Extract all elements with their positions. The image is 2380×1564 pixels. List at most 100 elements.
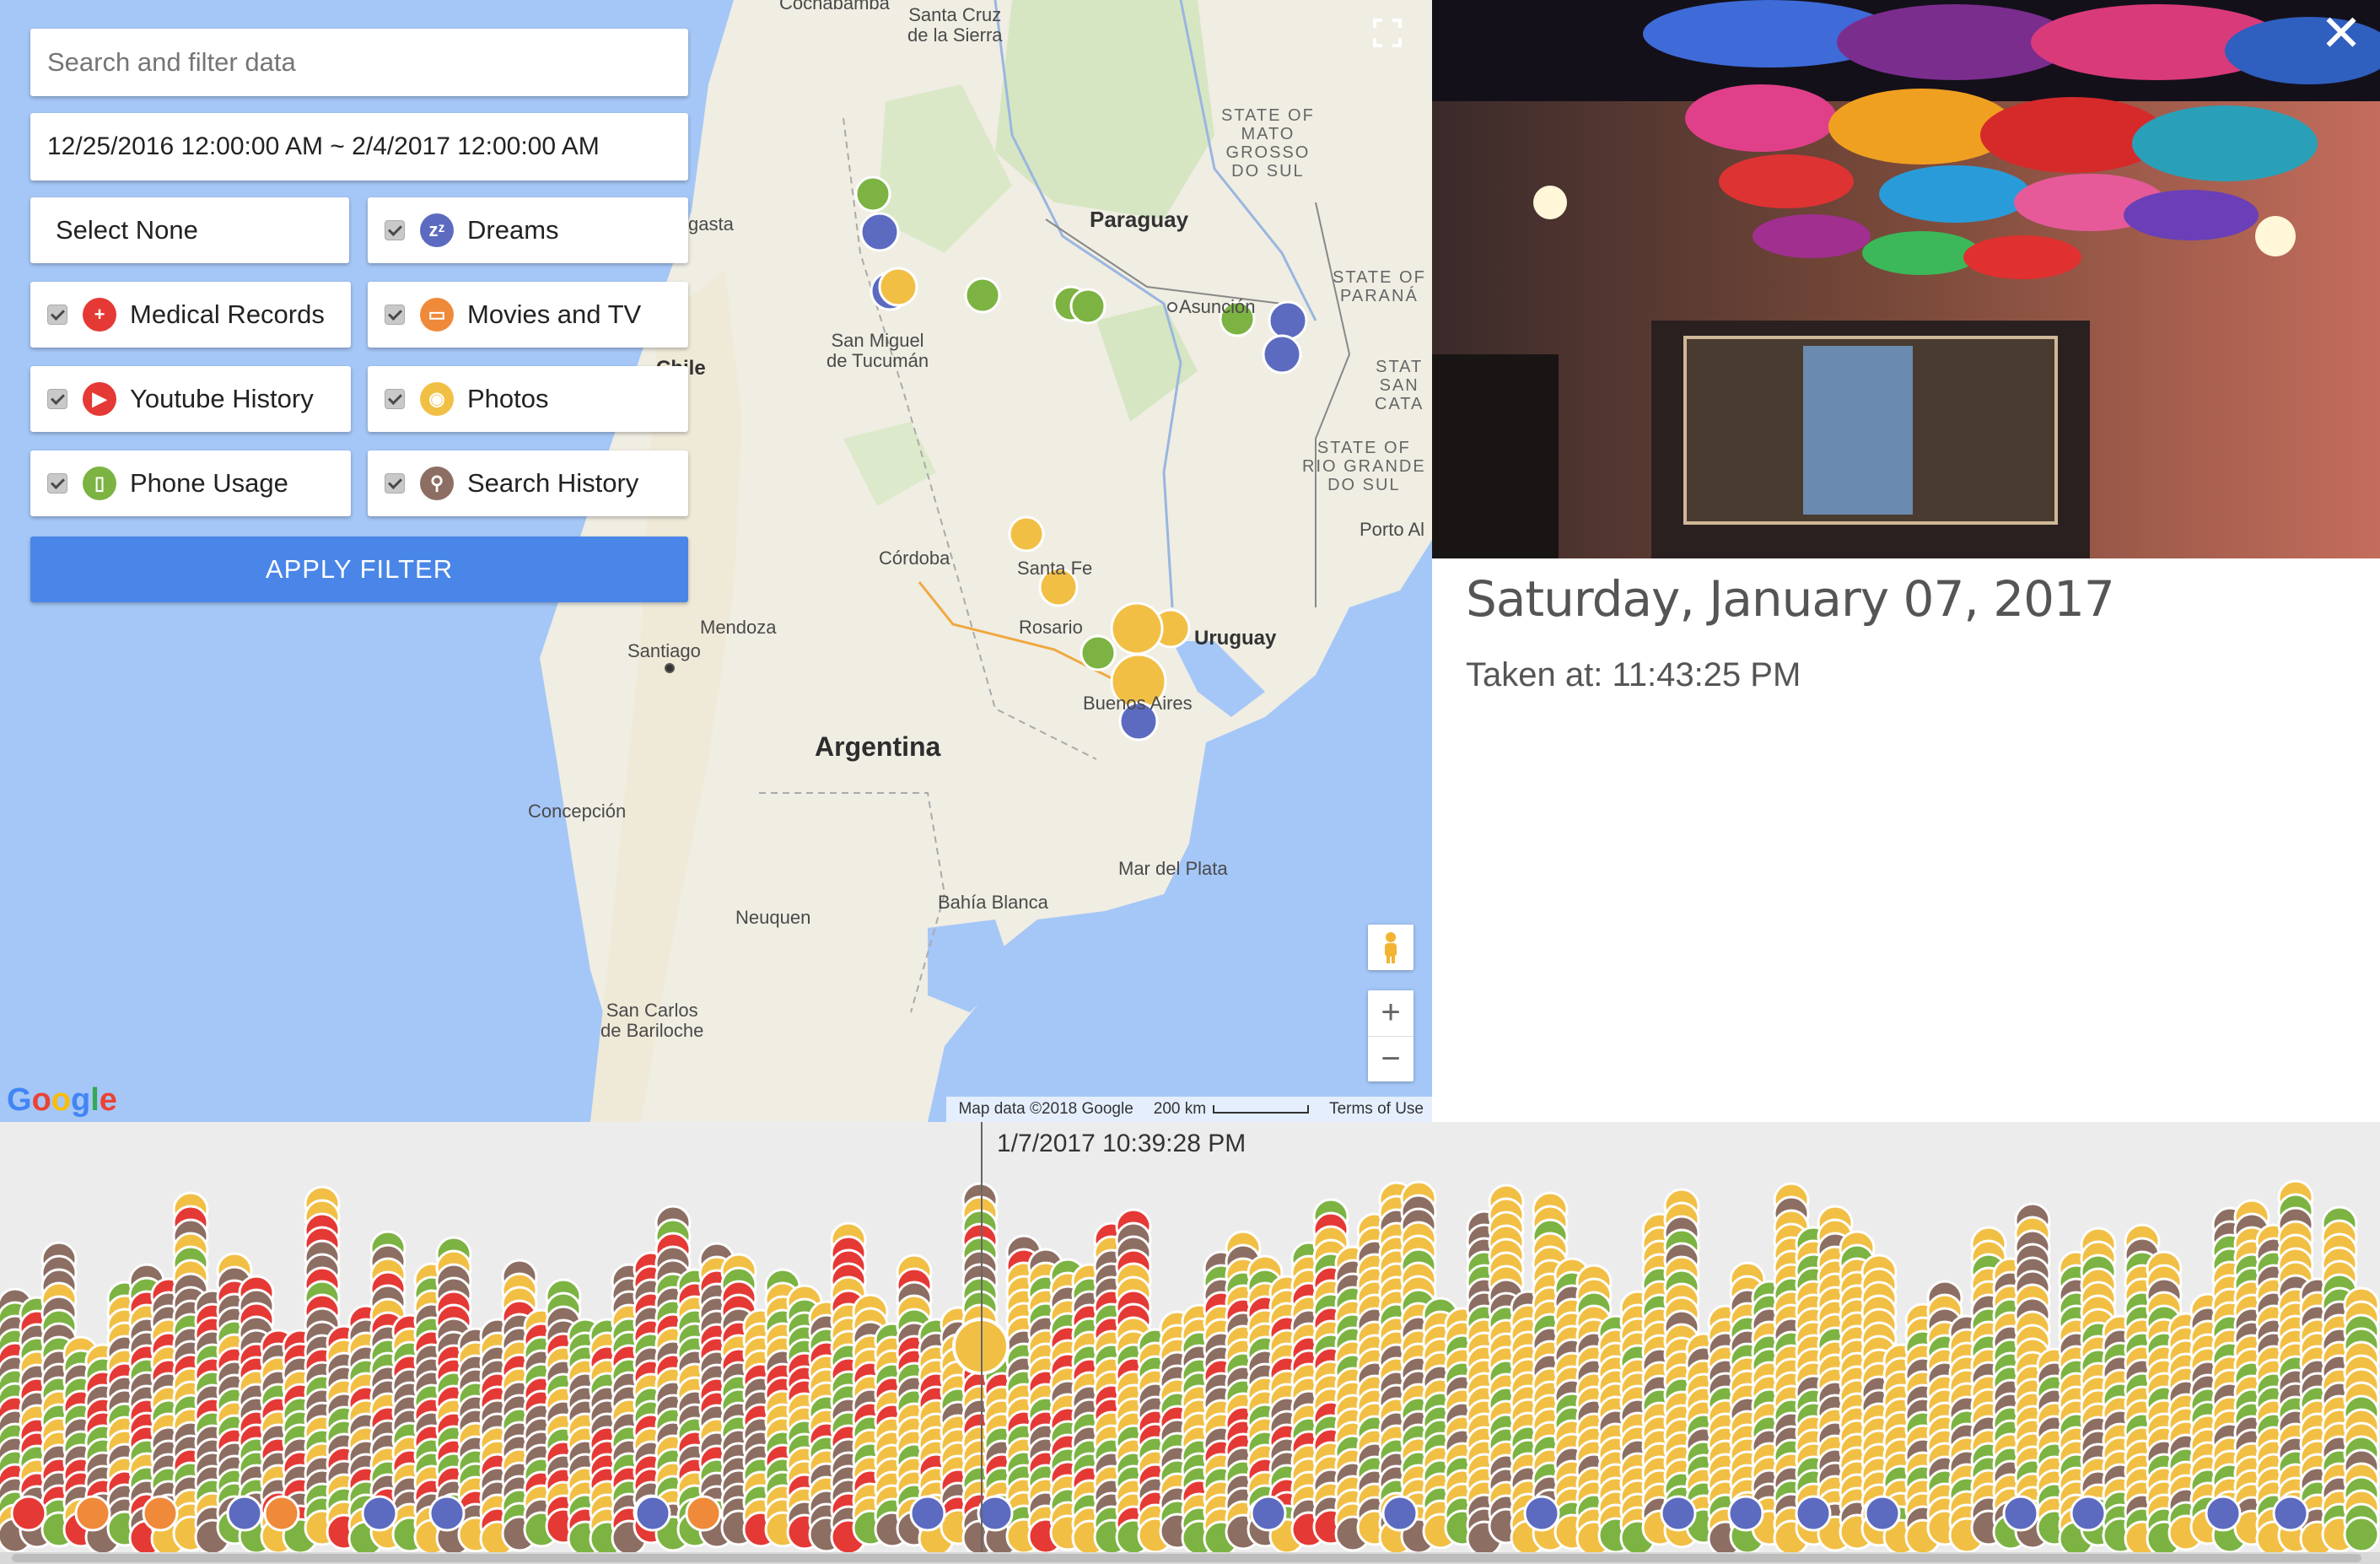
checkbox-icon[interactable] bbox=[47, 305, 67, 325]
checkbox-icon[interactable] bbox=[385, 220, 405, 240]
date-range-input[interactable]: 12/25/2016 12:00:00 AM ~ 2/4/2017 12:00:… bbox=[30, 113, 688, 181]
map-label-mato-grosso: STATE OF MATO GROSSO DO SUL bbox=[1221, 106, 1315, 181]
filter-chip-label: Youtube History bbox=[130, 384, 314, 413]
timeline-event-dot bbox=[2070, 1495, 2107, 1532]
map-label-asuncion: Asunción bbox=[1179, 296, 1256, 317]
checkbox-icon[interactable] bbox=[47, 389, 67, 409]
filter-chip-label: Medical Records bbox=[130, 299, 325, 329]
zoom-out-icon[interactable]: − bbox=[1368, 1037, 1413, 1082]
map-label-santa-fe: Santa Fe bbox=[1017, 558, 1093, 579]
timeline-event-dot bbox=[361, 1495, 398, 1532]
filter-chip-label: Photos bbox=[467, 384, 549, 413]
map-label-mendoza: Mendoza bbox=[700, 617, 777, 638]
play-icon: ▶ bbox=[83, 382, 116, 416]
map-label-tucuman: San Miguel de Tucumán bbox=[827, 330, 929, 372]
map-label-paraguay: Paraguay bbox=[1090, 207, 1189, 232]
google-logo: Google bbox=[7, 1082, 117, 1118]
map-label-santa-cruz: Santa Cruz de la Sierra bbox=[907, 4, 1003, 46]
terms-of-use-link[interactable]: Terms of Use bbox=[1329, 1100, 1424, 1119]
fullscreen-icon[interactable] bbox=[1370, 15, 1405, 51]
map-label-rosario: Rosario bbox=[1019, 617, 1083, 638]
timeline-event-dot bbox=[685, 1495, 722, 1532]
map-label-buenos-aires: Buenos Aires bbox=[1083, 693, 1193, 714]
timeline-event-dot bbox=[1727, 1495, 1764, 1532]
city-dot-santiago bbox=[665, 663, 675, 673]
timeline-event-dot bbox=[74, 1495, 111, 1532]
timeline-cursor[interactable] bbox=[981, 1122, 983, 1564]
map-label-uruguay: Uruguay bbox=[1194, 627, 1277, 650]
checkbox-icon[interactable] bbox=[47, 473, 67, 493]
filter-chip-search-history[interactable]: ⚲ Search History bbox=[368, 450, 688, 516]
timeline-event-dot bbox=[1795, 1495, 1832, 1532]
timeline-event-dot bbox=[263, 1495, 300, 1532]
map-label-argentina: Argentina bbox=[815, 731, 941, 762]
camera-icon: ◉ bbox=[420, 382, 454, 416]
filter-chip-youtube-history[interactable]: ▶ Youtube History bbox=[30, 366, 351, 432]
timeline-event-dot bbox=[2343, 1516, 2380, 1553]
detail-date: Saturday, January 07, 2017 bbox=[1466, 570, 2115, 628]
timeline[interactable]: 1/7/2017 10:39:28 PM bbox=[0, 1122, 2380, 1564]
timeline-event-dot bbox=[1523, 1495, 1560, 1532]
city-dot-asuncion bbox=[1167, 302, 1177, 312]
map-label-porto-alegre: Porto Al bbox=[1360, 519, 1425, 540]
magnifier-icon: ⚲ bbox=[420, 467, 454, 500]
close-icon[interactable]: ✕ bbox=[2318, 8, 2365, 59]
select-none-button[interactable]: Select None bbox=[30, 197, 349, 263]
checkbox-icon[interactable] bbox=[385, 305, 405, 325]
detail-panel: ✕ Saturday, January 07, 2017 Taken at: 1… bbox=[1432, 0, 2380, 1122]
medical-cross-icon: + bbox=[83, 298, 116, 332]
checkbox-icon[interactable] bbox=[385, 473, 405, 493]
filter-chip-label: Phone Usage bbox=[130, 468, 288, 498]
timeline-event-dot bbox=[1864, 1495, 1901, 1532]
filter-chip-phone-usage[interactable]: ▯ Phone Usage bbox=[30, 450, 351, 516]
filter-chip-label: Dreams bbox=[467, 215, 559, 245]
map-label-santiago: Santiago bbox=[627, 640, 701, 661]
map-label-mar-del-plata: Mar del Plata bbox=[1118, 858, 1228, 879]
timeline-event-dot bbox=[1660, 1495, 1697, 1532]
map-label-bariloche: San Carlos de Bariloche bbox=[600, 1000, 704, 1042]
map-label-parana: STATE OF PARANÁ bbox=[1333, 268, 1426, 305]
detail-time: Taken at: 11:43:25 PM bbox=[1466, 656, 1801, 693]
map-label-concepcion: Concepción bbox=[528, 801, 627, 822]
timeline-event-dot bbox=[226, 1495, 263, 1532]
filter-chip-medical-records[interactable]: + Medical Records bbox=[30, 282, 351, 348]
zoom-control: + − bbox=[1368, 990, 1413, 1081]
timeline-event-dot bbox=[2205, 1495, 2242, 1532]
timeline-event-dot bbox=[909, 1495, 946, 1532]
map-footer: Map data ©2018 Google 200 km Terms of Us… bbox=[946, 1097, 1432, 1122]
dreams-icon: zᶻ bbox=[420, 213, 454, 247]
map-label-bahia-blanca: Bahía Blanca bbox=[938, 892, 1048, 913]
filter-chip-photos[interactable]: ◉ Photos bbox=[368, 366, 688, 432]
filter-chip-movies-and-tv[interactable]: ▭ Movies and TV bbox=[368, 282, 688, 348]
map-label-santa-catarina: STAT SAN CATA bbox=[1375, 358, 1424, 413]
filter-chip-label: Search History bbox=[467, 468, 639, 498]
timeline-event-dot bbox=[10, 1495, 47, 1532]
map-view[interactable]: Cochabamba Santa Cruz de la Sierra STATE… bbox=[0, 0, 1432, 1122]
timeline-event-dot bbox=[977, 1495, 1014, 1532]
timeline-event-dot bbox=[634, 1495, 671, 1532]
map-label-gasta: gasta bbox=[688, 213, 734, 235]
search-input[interactable]: Search and filter data bbox=[30, 29, 688, 96]
zoom-in-icon[interactable]: + bbox=[1368, 990, 1413, 1037]
tv-icon: ▭ bbox=[420, 298, 454, 332]
map-label-neuquen: Neuquen bbox=[735, 907, 811, 928]
apply-filter-button[interactable]: APPLY FILTER bbox=[30, 537, 688, 602]
timeline-event-dot bbox=[2272, 1495, 2309, 1532]
map-label-cordoba: Córdoba bbox=[879, 547, 950, 569]
street-view-pegman-icon[interactable] bbox=[1368, 925, 1413, 970]
filter-chip-dreams[interactable]: zᶻ Dreams bbox=[368, 197, 688, 263]
timeline-event-dot bbox=[1381, 1495, 1419, 1532]
timeline-scroll-thumb[interactable] bbox=[12, 1554, 2361, 1562]
map-label-cochabamba: Cochabamba bbox=[779, 0, 890, 13]
timeline-event-dot bbox=[1250, 1495, 1287, 1532]
timeline-event-dot bbox=[428, 1495, 466, 1532]
select-none-label: Select None bbox=[56, 215, 198, 245]
timeline-scrollbar[interactable] bbox=[0, 1552, 2380, 1564]
checkbox-icon[interactable] bbox=[385, 389, 405, 409]
map-label-rio-grande: STATE OF RIO GRANDE DO SUL bbox=[1302, 439, 1426, 494]
map-data-credit: Map data ©2018 Google bbox=[958, 1100, 1133, 1118]
scale-bar bbox=[1213, 1105, 1310, 1114]
detail-photo: ✕ bbox=[1432, 0, 2380, 558]
filter-chip-label: Movies and TV bbox=[467, 299, 642, 329]
timeline-cursor-time: 1/7/2017 10:39:28 PM bbox=[997, 1130, 1247, 1157]
